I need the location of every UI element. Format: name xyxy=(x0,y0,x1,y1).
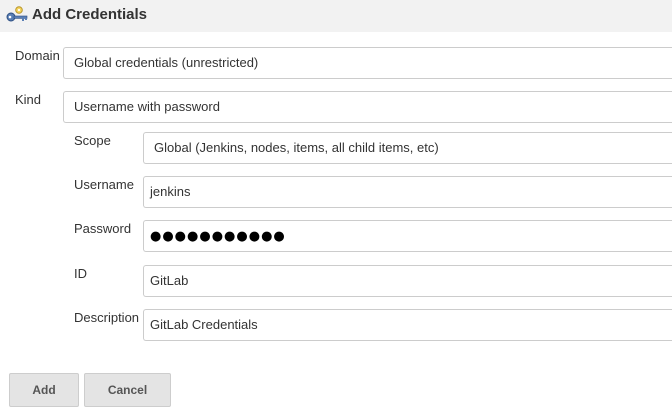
id-label: ID xyxy=(74,266,87,281)
id-input[interactable]: GitLab xyxy=(143,265,672,297)
username-input[interactable]: jenkins xyxy=(143,176,672,208)
description-label: Description xyxy=(74,310,140,325)
dialog-header: Add Credentials xyxy=(0,0,672,32)
password-mask: ●●●●●●●●●●● xyxy=(150,229,286,244)
kind-label: Kind xyxy=(15,92,42,107)
password-input[interactable]: ●●●●●●●●●●● xyxy=(143,220,672,252)
kind-select[interactable]: Username with password xyxy=(63,91,672,123)
username-label: Username xyxy=(74,177,134,192)
description-input[interactable]: GitLab Credentials xyxy=(143,309,672,341)
scope-label: Scope xyxy=(74,133,111,148)
domain-label: Domain xyxy=(15,48,60,63)
cancel-button[interactable]: Cancel xyxy=(84,373,171,407)
add-credentials-dialog: Add Credentials Domain Global credential… xyxy=(0,0,672,413)
add-button[interactable]: Add xyxy=(9,373,79,407)
scope-select[interactable]: Global (Jenkins, nodes, items, all child… xyxy=(143,132,672,164)
keys-icon xyxy=(5,4,29,26)
password-label: Password xyxy=(74,221,132,236)
dialog-title: Add Credentials xyxy=(32,6,148,23)
domain-select[interactable]: Global credentials (unrestricted) xyxy=(63,47,672,79)
